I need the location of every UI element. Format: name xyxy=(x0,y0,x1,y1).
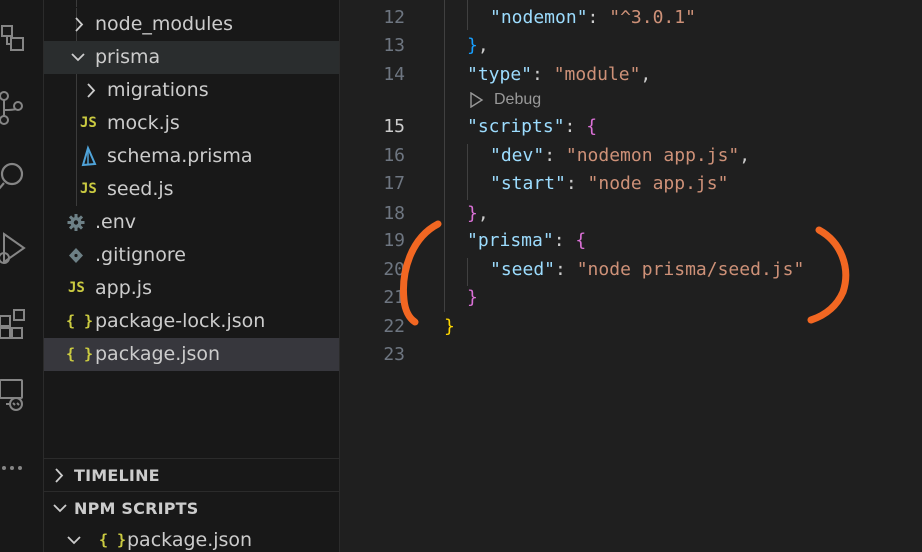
tree-item-label: migrations xyxy=(107,79,209,101)
activity-bar xyxy=(0,0,44,552)
tree-item-prisma[interactable]: prisma xyxy=(44,41,339,74)
tree-item-label: .gitignore xyxy=(95,244,186,266)
prisma-file-icon xyxy=(80,140,98,173)
tree-item-label: package.json xyxy=(95,343,221,365)
json-file-icon: { } xyxy=(66,312,94,330)
chevron-right-icon xyxy=(70,8,90,41)
tree-item-label: prisma xyxy=(95,46,161,68)
chevron-down-icon xyxy=(50,492,70,525)
json-file-icon: { } xyxy=(99,531,127,549)
tree-item-label: mock.js xyxy=(107,112,180,134)
npm-scripts-package-json[interactable]: { } package.json xyxy=(44,524,339,552)
remote-explorer-icon[interactable] xyxy=(0,376,44,416)
annotation-parentheses xyxy=(399,220,850,326)
tree-item-label: .env xyxy=(95,211,137,233)
timeline-title: TIMELINE xyxy=(74,466,160,485)
tree-item-mock-js[interactable]: JS mock.js xyxy=(44,107,339,140)
tree-item-label: app.js xyxy=(95,277,152,299)
tree-item-label: package.json xyxy=(127,529,253,551)
run-debug-icon[interactable] xyxy=(0,230,44,270)
npm-scripts-title: NPM SCRIPTS xyxy=(74,499,199,518)
json-file-icon: { } xyxy=(66,345,94,363)
code-editor[interactable]: 12 "nodemon": "^3.0.1" 13}, 14 "type": "modu… xyxy=(341,0,922,552)
explorer-sidebar: node_modules prisma migrations JS mock.j… xyxy=(44,0,340,552)
tree-item-node-modules[interactable]: node_modules xyxy=(44,8,339,41)
timeline-panel-header[interactable]: TIMELINE xyxy=(44,459,339,492)
tree-item-label: seed.js xyxy=(107,178,174,200)
tree-item-env[interactable]: .env xyxy=(44,206,339,239)
chevron-right-icon xyxy=(82,74,102,107)
search-icon[interactable] xyxy=(0,156,44,196)
chevron-right-icon xyxy=(50,459,70,492)
tree-item-schema-prisma[interactable]: schema.prisma xyxy=(44,140,339,173)
tree-item-label: node_modules xyxy=(95,13,234,35)
javascript-file-icon: JS xyxy=(68,280,85,296)
tree-item-seed-js[interactable]: JS seed.js xyxy=(44,173,339,206)
source-control-icon[interactable] xyxy=(0,88,44,128)
explorer-icon[interactable] xyxy=(0,12,44,52)
more-icon[interactable] xyxy=(0,450,44,490)
tree-item-package-lock-json[interactable]: { } package-lock.json xyxy=(44,305,339,338)
tree-item-app-js[interactable]: JS app.js xyxy=(44,272,339,305)
chevron-down-icon xyxy=(68,41,88,74)
npm-scripts-panel-header[interactable]: NPM SCRIPTS xyxy=(44,492,339,525)
tree-item-gitignore[interactable]: .gitignore xyxy=(44,239,339,272)
tree-item-package-json[interactable]: { } package.json xyxy=(44,338,339,371)
javascript-file-icon: JS xyxy=(80,181,97,197)
tree-item-label: schema.prisma xyxy=(107,145,253,167)
chevron-down-icon xyxy=(64,524,84,552)
gear-icon xyxy=(67,206,85,239)
git-icon xyxy=(67,239,85,272)
javascript-file-icon: JS xyxy=(80,115,97,131)
extensions-icon[interactable] xyxy=(0,302,44,342)
tree-item-label: package-lock.json xyxy=(95,310,266,332)
tree-item-migrations[interactable]: migrations xyxy=(44,74,339,107)
